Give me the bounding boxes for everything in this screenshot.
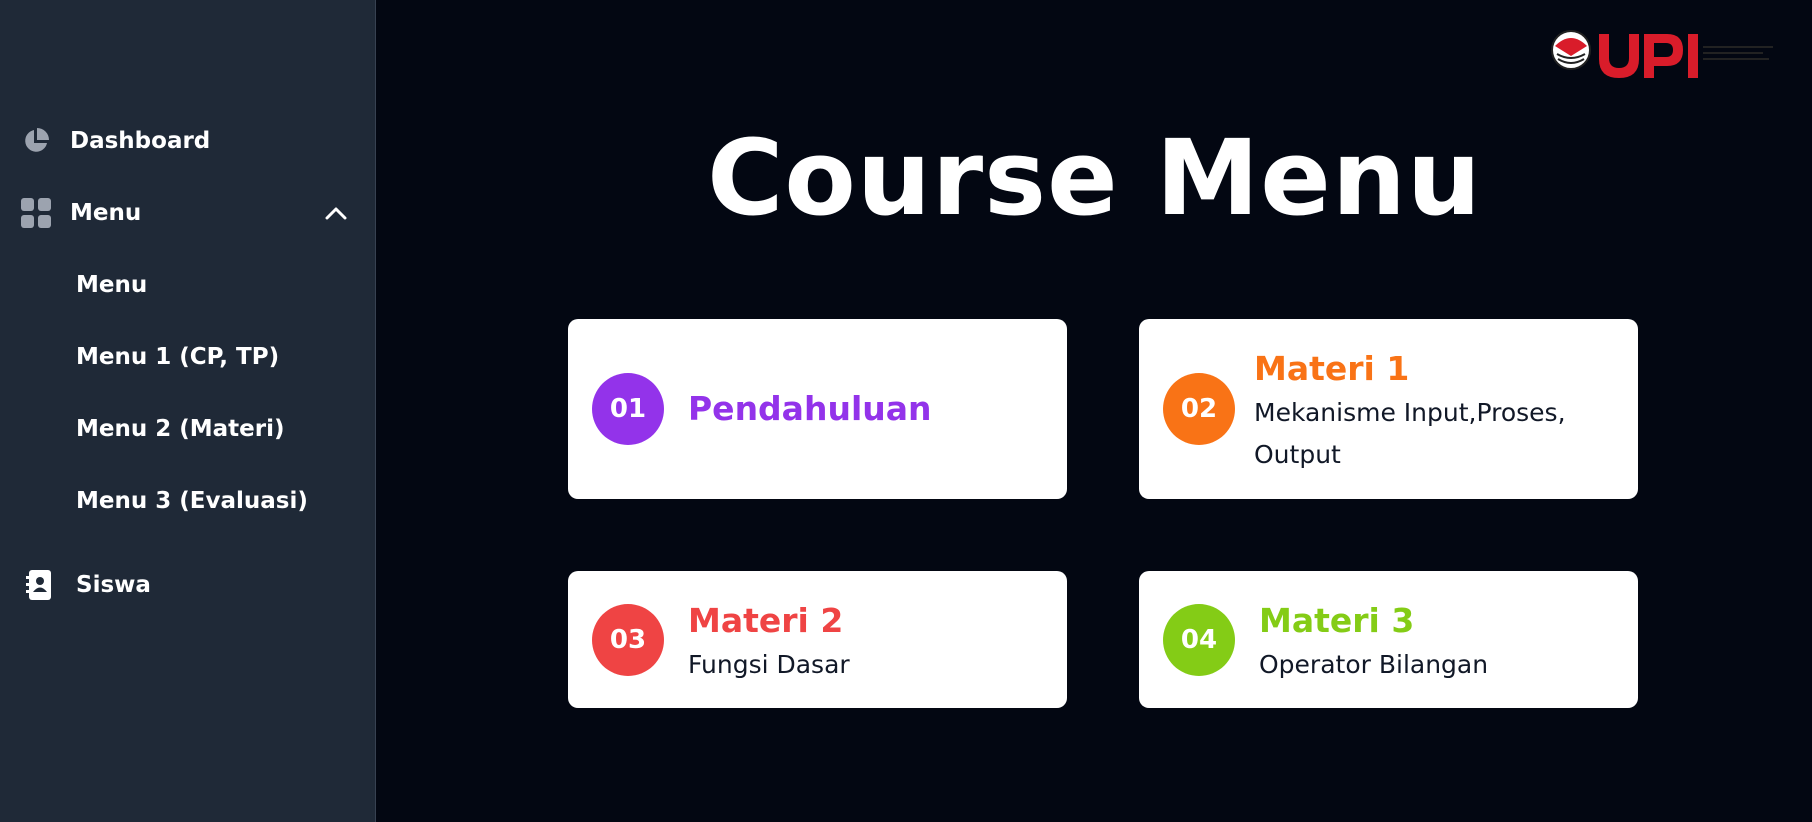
card-title: Materi 2 — [688, 601, 844, 640]
course-card-materi-1[interactable]: 02 Materi 1 Mekanisme Input,Proses, Outp… — [1139, 319, 1638, 499]
course-card-materi-3[interactable]: 04 Materi 3 Operator Bilangan — [1139, 571, 1638, 708]
card-subtitle: Operator Bilangan — [1259, 650, 1489, 679]
submenu-item-menu[interactable]: Menu — [76, 272, 147, 298]
card-title: Materi 3 — [1259, 601, 1415, 640]
sidebar-item-label: Siswa — [76, 572, 151, 598]
contact-book-icon — [24, 569, 56, 601]
page-title: Course Menu — [707, 117, 1482, 239]
number-badge: 04 — [1163, 604, 1235, 676]
course-card-materi-2[interactable]: 03 Materi 2 Fungsi Dasar — [568, 571, 1067, 708]
submenu-item-menu-1[interactable]: Menu 1 (CP, TP) — [76, 344, 279, 370]
sidebar: Dashboard Menu Menu Menu 1 (CP, TP) Menu… — [0, 0, 376, 822]
main-content: Course Menu 01 Pendahuluan 02 Materi 1 M… — [377, 0, 1812, 822]
upi-logo — [1549, 26, 1781, 86]
submenu-item-menu-2[interactable]: Menu 2 (Materi) — [76, 416, 285, 442]
number-badge: 02 — [1163, 373, 1235, 445]
pie-chart-icon — [20, 125, 52, 157]
sidebar-item-dashboard[interactable]: Dashboard — [0, 124, 376, 158]
submenu-item-menu-3[interactable]: Menu 3 (Evaluasi) — [76, 488, 308, 514]
course-card-pendahuluan[interactable]: 01 Pendahuluan — [568, 319, 1067, 499]
grid-icon — [20, 197, 52, 229]
sidebar-item-label: Menu — [70, 200, 142, 226]
sidebar-item-menu[interactable]: Menu — [0, 196, 376, 230]
sidebar-item-siswa[interactable]: Siswa — [0, 568, 376, 602]
number-badge: 01 — [592, 373, 664, 445]
number-badge: 03 — [592, 604, 664, 676]
card-title: Pendahuluan — [688, 389, 932, 428]
sidebar-item-label: Dashboard — [70, 128, 211, 154]
chevron-up-icon[interactable] — [322, 199, 350, 227]
card-title: Materi 1 — [1254, 349, 1410, 388]
card-subtitle: Mekanisme Input,Proses, Output — [1254, 398, 1566, 469]
card-subtitle: Fungsi Dasar — [688, 650, 850, 679]
